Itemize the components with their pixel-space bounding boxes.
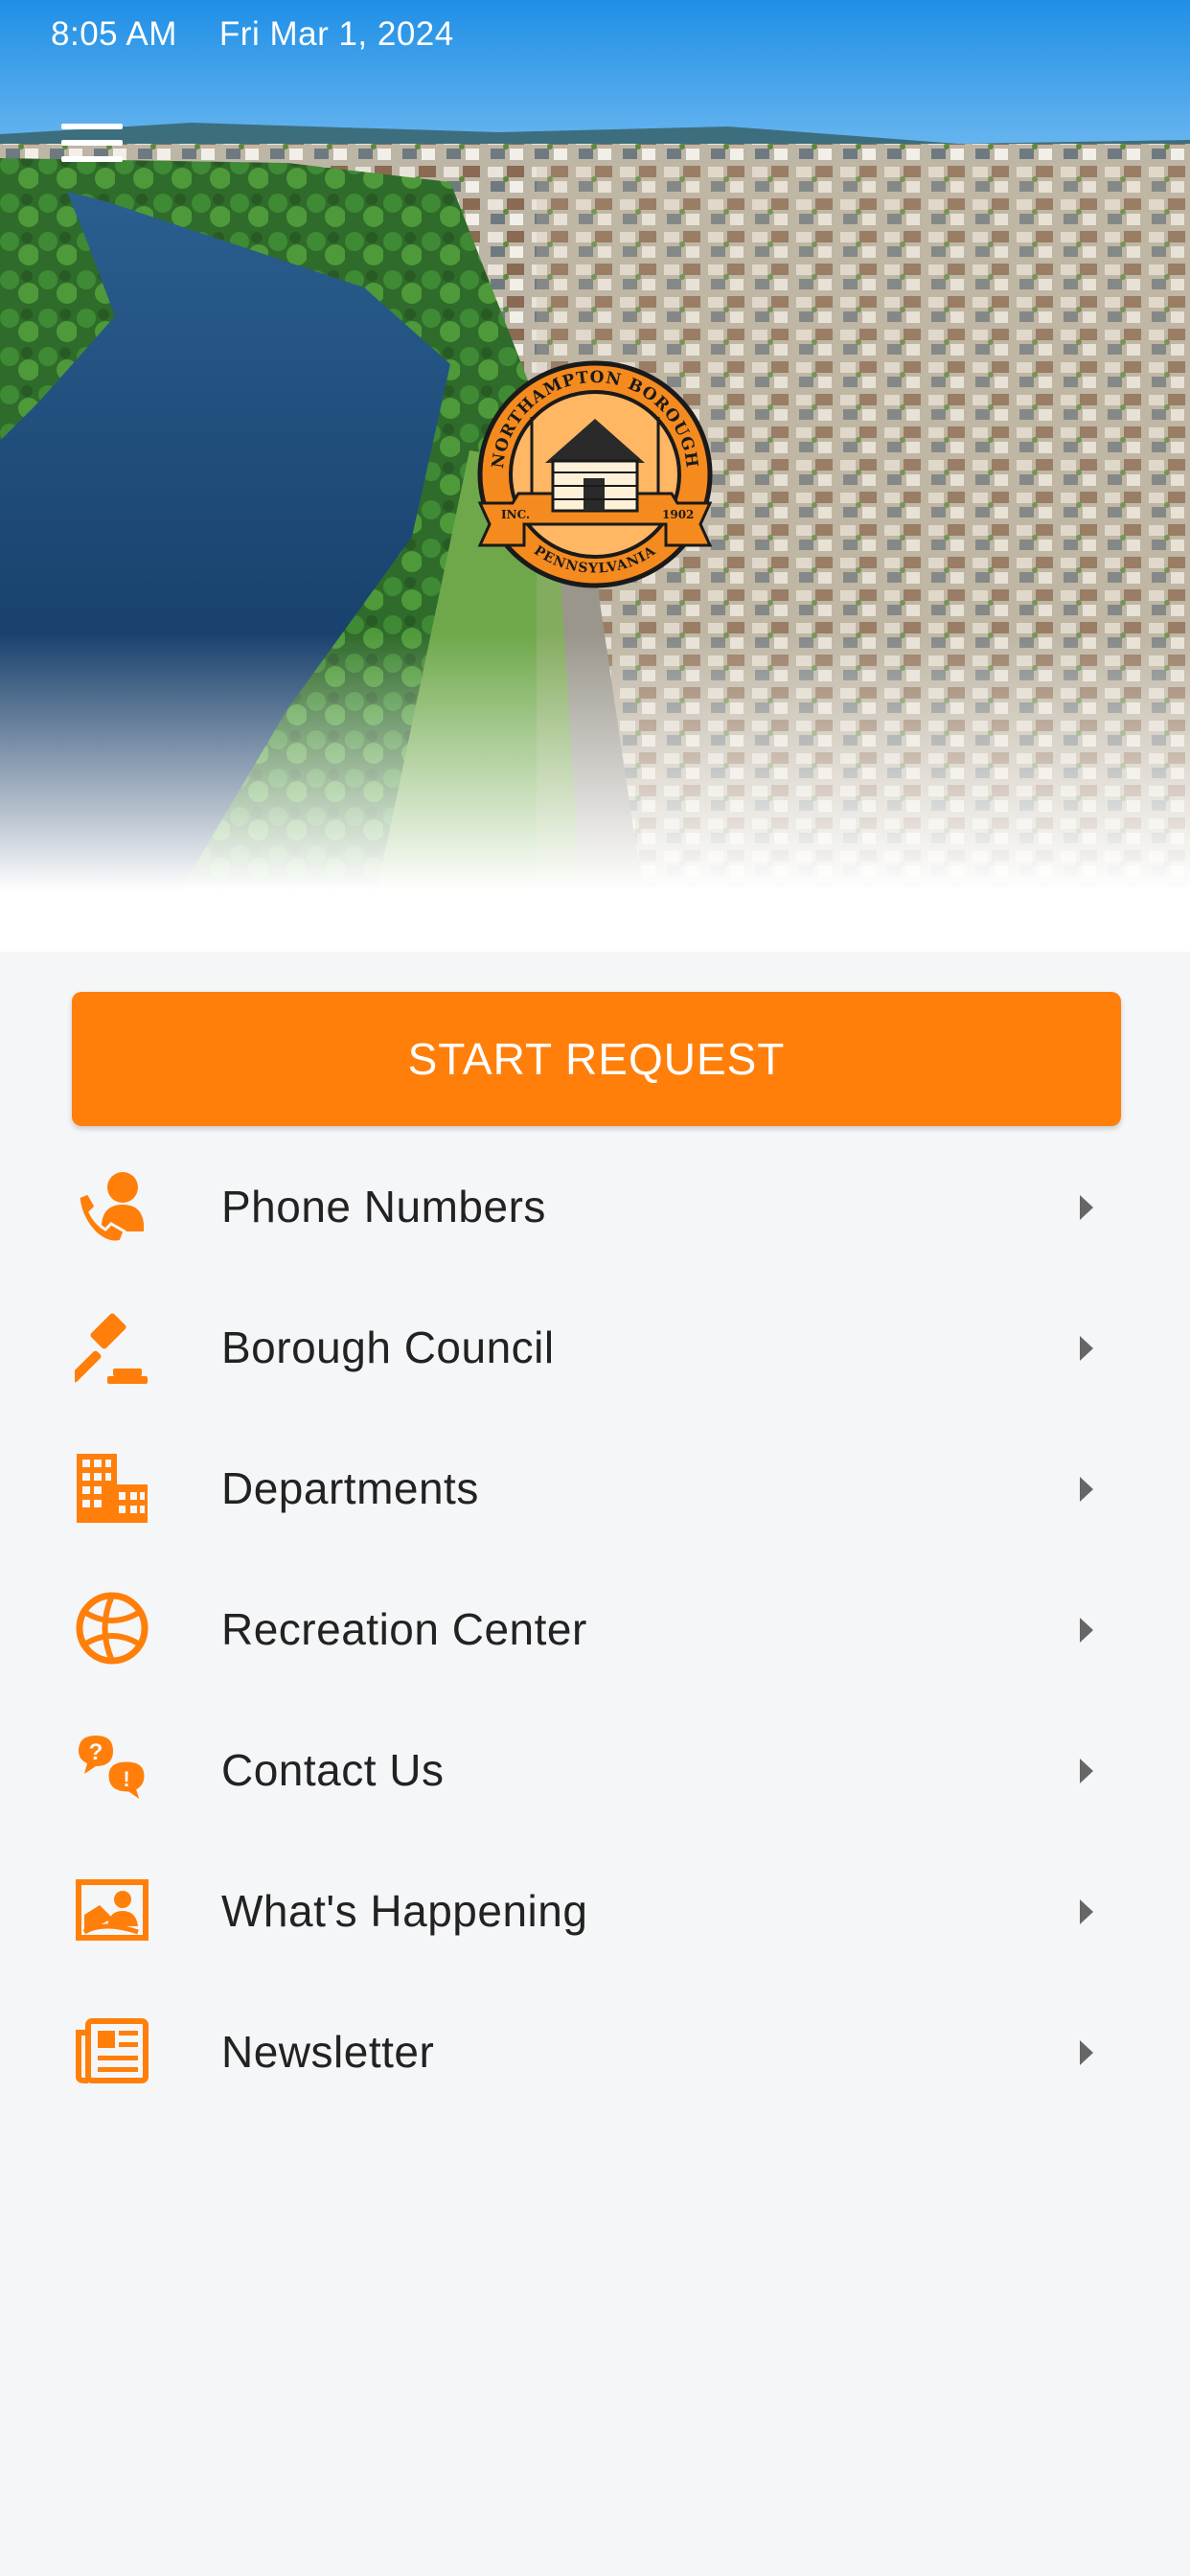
- menu-item-label: Newsletter: [221, 2026, 435, 2077]
- menu-list: Phone Numbers Borough Council Department…: [0, 1136, 1190, 2122]
- chevron-right-icon: [1080, 1759, 1093, 1783]
- gavel-icon: [75, 1313, 148, 1384]
- borough-seal-logo: NORTHAMPTON BOROUGH PENNSYLVANIA INC. 19…: [477, 360, 713, 588]
- menu-item-whats-happening[interactable]: What's Happening: [0, 1840, 1190, 1981]
- svg-text:!: !: [123, 1767, 129, 1791]
- menu-item-newsletter[interactable]: Newsletter: [0, 1981, 1190, 2122]
- status-bar: 8:05 AM Fri Mar 1, 2024: [0, 0, 1190, 69]
- menu-item-label: Departments: [221, 1462, 479, 1513]
- hero-banner: 8:05 AM Fri Mar 1, 2024 NORTHAMPTON BORO…: [0, 0, 1190, 952]
- building-icon: [77, 1454, 148, 1523]
- chevron-right-icon: [1080, 2040, 1093, 2065]
- menu-item-borough-council[interactable]: Borough Council: [0, 1276, 1190, 1417]
- chevron-right-icon: [1080, 1195, 1093, 1220]
- hamburger-menu-icon[interactable]: [61, 120, 123, 166]
- status-date: Fri Mar 1, 2024: [218, 15, 454, 53]
- chevron-right-icon: [1080, 1336, 1093, 1361]
- menu-item-label: What's Happening: [221, 1885, 588, 1936]
- question-exclamation-chat-icon: ? !: [79, 1736, 148, 1806]
- start-request-button[interactable]: START REQUEST: [72, 992, 1121, 1126]
- basketball-icon: [76, 1592, 149, 1665]
- menu-item-label: Phone Numbers: [221, 1181, 546, 1231]
- status-time: 8:05 AM: [51, 15, 177, 53]
- newspaper-icon: [76, 2018, 149, 2083]
- phone-user-icon: [77, 1172, 144, 1243]
- menu-item-label: Recreation Center: [221, 1603, 587, 1654]
- seal-year-tag: 1902: [662, 508, 694, 521]
- menu-item-recreation-center[interactable]: Recreation Center: [0, 1558, 1190, 1699]
- menu-item-label: Contact Us: [221, 1744, 445, 1795]
- chevron-right-icon: [1080, 1618, 1093, 1643]
- menu-item-contact-us[interactable]: ? ! Contact Us: [0, 1699, 1190, 1840]
- svg-text:?: ?: [89, 1739, 103, 1765]
- main-content: START REQUEST Phone Numbers Borough Coun…: [0, 952, 1190, 2576]
- menu-item-departments[interactable]: Departments: [0, 1417, 1190, 1558]
- chevron-right-icon: [1080, 1899, 1093, 1924]
- menu-item-phone-numbers[interactable]: Phone Numbers: [0, 1136, 1190, 1276]
- chevron-right-icon: [1080, 1477, 1093, 1502]
- image-portrait-icon: [76, 1879, 149, 1941]
- seal-inc-tag: INC.: [501, 508, 530, 521]
- menu-item-label: Borough Council: [221, 1322, 555, 1372]
